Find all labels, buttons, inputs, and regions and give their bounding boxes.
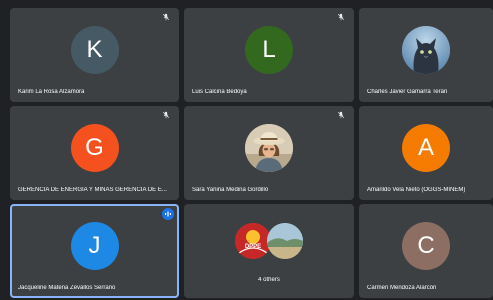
participant-tile[interactable]: K Karim La Rosa Alzamora [10, 8, 179, 102]
mic-off-icon [337, 111, 345, 119]
participant-name: Carmen Mendoza Alarcón [367, 285, 437, 291]
participant-tile[interactable]: L Luis Calcina Bedoya [184, 8, 354, 102]
participant-name: Sara Yanina Medina Gordillo [192, 187, 269, 193]
participant-name: Jacqueline Matena Zevallos Serrano [18, 285, 116, 291]
participant-name: GERENCIA DE ENERGIA Y MINAS GERENCIA DE … [18, 187, 167, 193]
woman-hat-photo [245, 124, 293, 172]
avatar: K [70, 26, 119, 74]
avatar: G [70, 124, 119, 172]
avatar-initial: C [417, 232, 435, 259]
avatar: J [70, 222, 119, 270]
participant-name: Karim La Rosa Alzamora [18, 89, 85, 95]
others-tile[interactable]: DPPE 4 others [184, 204, 354, 298]
avatar-initial: J [88, 232, 101, 259]
others-avatars: DPPE [233, 223, 305, 261]
avatar: A [402, 124, 450, 172]
mic-off-icon [162, 111, 170, 119]
dppe-logo-text: DPPE [245, 244, 261, 250]
participant-name: Amarildo Vela Nieto (OGGS-MINEM) [367, 187, 466, 193]
avatar-initial: K [86, 36, 103, 63]
participant-tile[interactable]: Sara Yanina Medina Gordillo [184, 106, 354, 200]
avatar-initial: G [85, 134, 104, 161]
participant-grid: K Karim La Rosa Alzamora L Luis Calcina … [10, 8, 493, 298]
participant-tile-active-speaker[interactable]: J Jacqueline Matena Zevallos Serrano [10, 204, 179, 298]
landscape-photo [267, 223, 303, 259]
avatar: C [402, 222, 450, 270]
meeting-stage: K Karim La Rosa Alzamora L Luis Calcina … [0, 0, 493, 300]
others-label: 4 others [258, 277, 280, 283]
participant-tile[interactable]: G GERENCIA DE ENERGIA Y MINAS GERENCIA D… [10, 106, 179, 200]
audio-wave-icon [162, 208, 174, 220]
mic-off-icon [162, 13, 170, 21]
participant-tile[interactable]: C Carmen Mendoza Alarcón [359, 204, 493, 298]
dppe-logo: DPPE [235, 223, 271, 259]
avatar: L [245, 26, 293, 74]
avatar-initial: L [262, 36, 276, 63]
participant-name: Luis Calcina Bedoya [192, 89, 247, 95]
cat-photo [402, 26, 450, 74]
mic-off-icon [337, 13, 345, 21]
avatar-initial: A [417, 134, 434, 161]
participant-tile[interactable]: A Amarildo Vela Nieto (OGGS-MINEM) [359, 106, 493, 200]
participant-name: Charles Javier Gamarra Terán [367, 89, 448, 95]
participant-tile[interactable]: Charles Javier Gamarra Terán [359, 8, 493, 102]
